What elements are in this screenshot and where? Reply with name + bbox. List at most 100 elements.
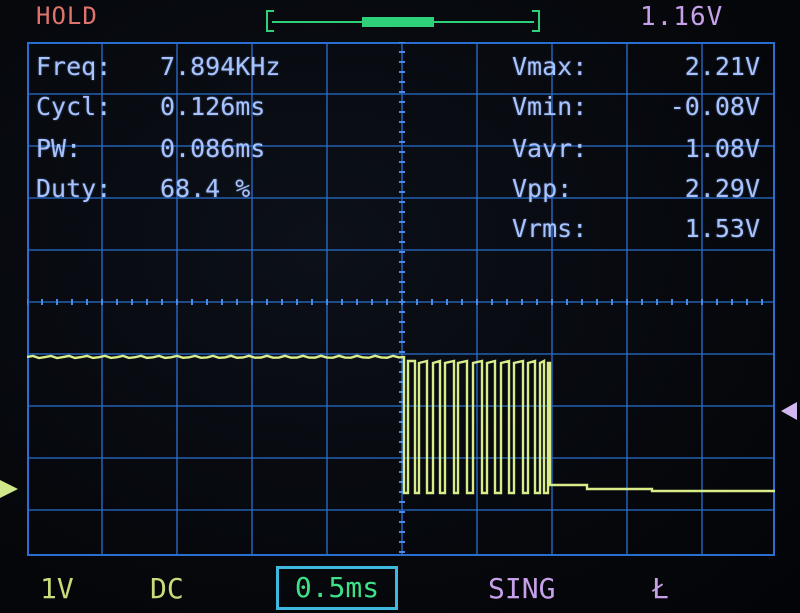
axis-tick [399,301,405,303]
axis-tick [416,299,418,305]
axis-tick [281,299,283,305]
axis-tick [266,299,268,305]
axis-tick [399,231,405,233]
axis-tick [399,141,405,143]
axis-tick [746,299,748,305]
axis-tick [521,299,523,305]
axis-tick [491,299,493,305]
axis-tick [399,551,405,553]
axis-tick [236,299,238,305]
axis-tick [399,311,405,313]
axis-tick [399,51,405,53]
axis-tick [431,299,433,305]
cycle-label: Cycl: [36,92,112,121]
trigger-level-readout[interactable]: 1.16V [640,2,723,32]
vpp-label: Vpp: [512,174,573,203]
axis-tick [476,299,478,305]
axis-tick [86,299,88,305]
axis-tick [386,299,388,305]
trigger-edge-icon[interactable]: Ł [652,572,669,605]
pulse-width-label: PW: [36,134,82,163]
axis-tick [446,299,448,305]
axis-tick [399,151,405,153]
axis-tick [399,111,405,113]
axis-tick [626,299,628,305]
freq-value: 7.894KHz [160,52,281,81]
bottom-status-bar: 1V DC 0.5ms SING Ł [0,560,800,613]
axis-tick [399,191,405,193]
freq-label: Freq: [36,52,112,81]
axis-tick [399,521,405,523]
axis-tick [399,171,405,173]
duty-label: Duty: [36,174,112,203]
axis-tick [341,299,343,305]
axis-tick [399,271,405,273]
grid-dots [27,42,763,553]
axis-tick [399,331,405,333]
axis-tick [656,299,658,305]
buffer-bar-icon[interactable] [266,10,540,34]
axis-tick [399,201,405,203]
trigger-mode[interactable]: SING [488,572,555,605]
axis-tick [399,241,405,243]
axis-tick [399,61,405,63]
axis-tick [176,299,178,305]
coupling-mode[interactable]: DC [150,572,184,605]
axis-tick [101,299,103,305]
axis-tick [191,299,193,305]
axis-tick [461,299,463,305]
axis-tick [399,91,405,93]
vmin-value: -0.08V [669,92,760,121]
axis-tick [399,101,405,103]
buffer-end-cap [532,10,540,32]
axis-tick [566,299,568,305]
axis-tick [399,321,405,323]
axis-tick [399,501,405,503]
axis-tick [399,281,405,283]
buffer-view-window[interactable] [362,17,434,27]
axis-tick [399,161,405,163]
axis-tick [761,299,763,305]
vmax-label: Vmax: [512,52,588,81]
axis-tick [581,299,583,305]
volts-per-div[interactable]: 1V [40,572,74,605]
axis-tick [161,299,163,305]
trigger-marker-icon[interactable] [781,402,797,420]
axis-tick [399,511,405,513]
axis-tick [671,299,673,305]
axis-tick [399,341,405,343]
axis-tick [371,299,373,305]
hold-status[interactable]: HOLD [36,2,98,30]
pulse-width-value: 0.086ms [160,134,266,163]
vavr-value: 1.08V [684,134,760,163]
vmin-label: Vmin: [512,92,588,121]
vavr-label: Vavr: [512,134,588,163]
axis-tick [41,299,43,305]
axis-tick [551,299,553,305]
waveform-grid [27,42,775,556]
axis-tick [206,299,208,305]
axis-tick [116,299,118,305]
axis-tick [399,221,405,223]
axis-tick [611,299,613,305]
axis-tick [131,299,133,305]
axis-tick [536,299,538,305]
axis-tick [399,131,405,133]
ground-marker-icon[interactable] [0,480,18,498]
cycle-value: 0.126ms [160,92,266,121]
axis-tick [399,211,405,213]
axis-tick [311,299,313,305]
axis-tick [716,299,718,305]
axis-tick [701,299,703,305]
axis-tick [296,299,298,305]
axis-tick [399,251,405,253]
axis-tick [56,299,58,305]
axis-tick [399,81,405,83]
axis-tick [641,299,643,305]
axis-tick [596,299,598,305]
axis-tick [221,299,223,305]
timebase-selector[interactable]: 0.5ms [276,566,398,610]
axis-tick [326,299,328,305]
axis-tick [399,291,405,293]
top-status-bar: HOLD 1.16V [0,0,800,40]
